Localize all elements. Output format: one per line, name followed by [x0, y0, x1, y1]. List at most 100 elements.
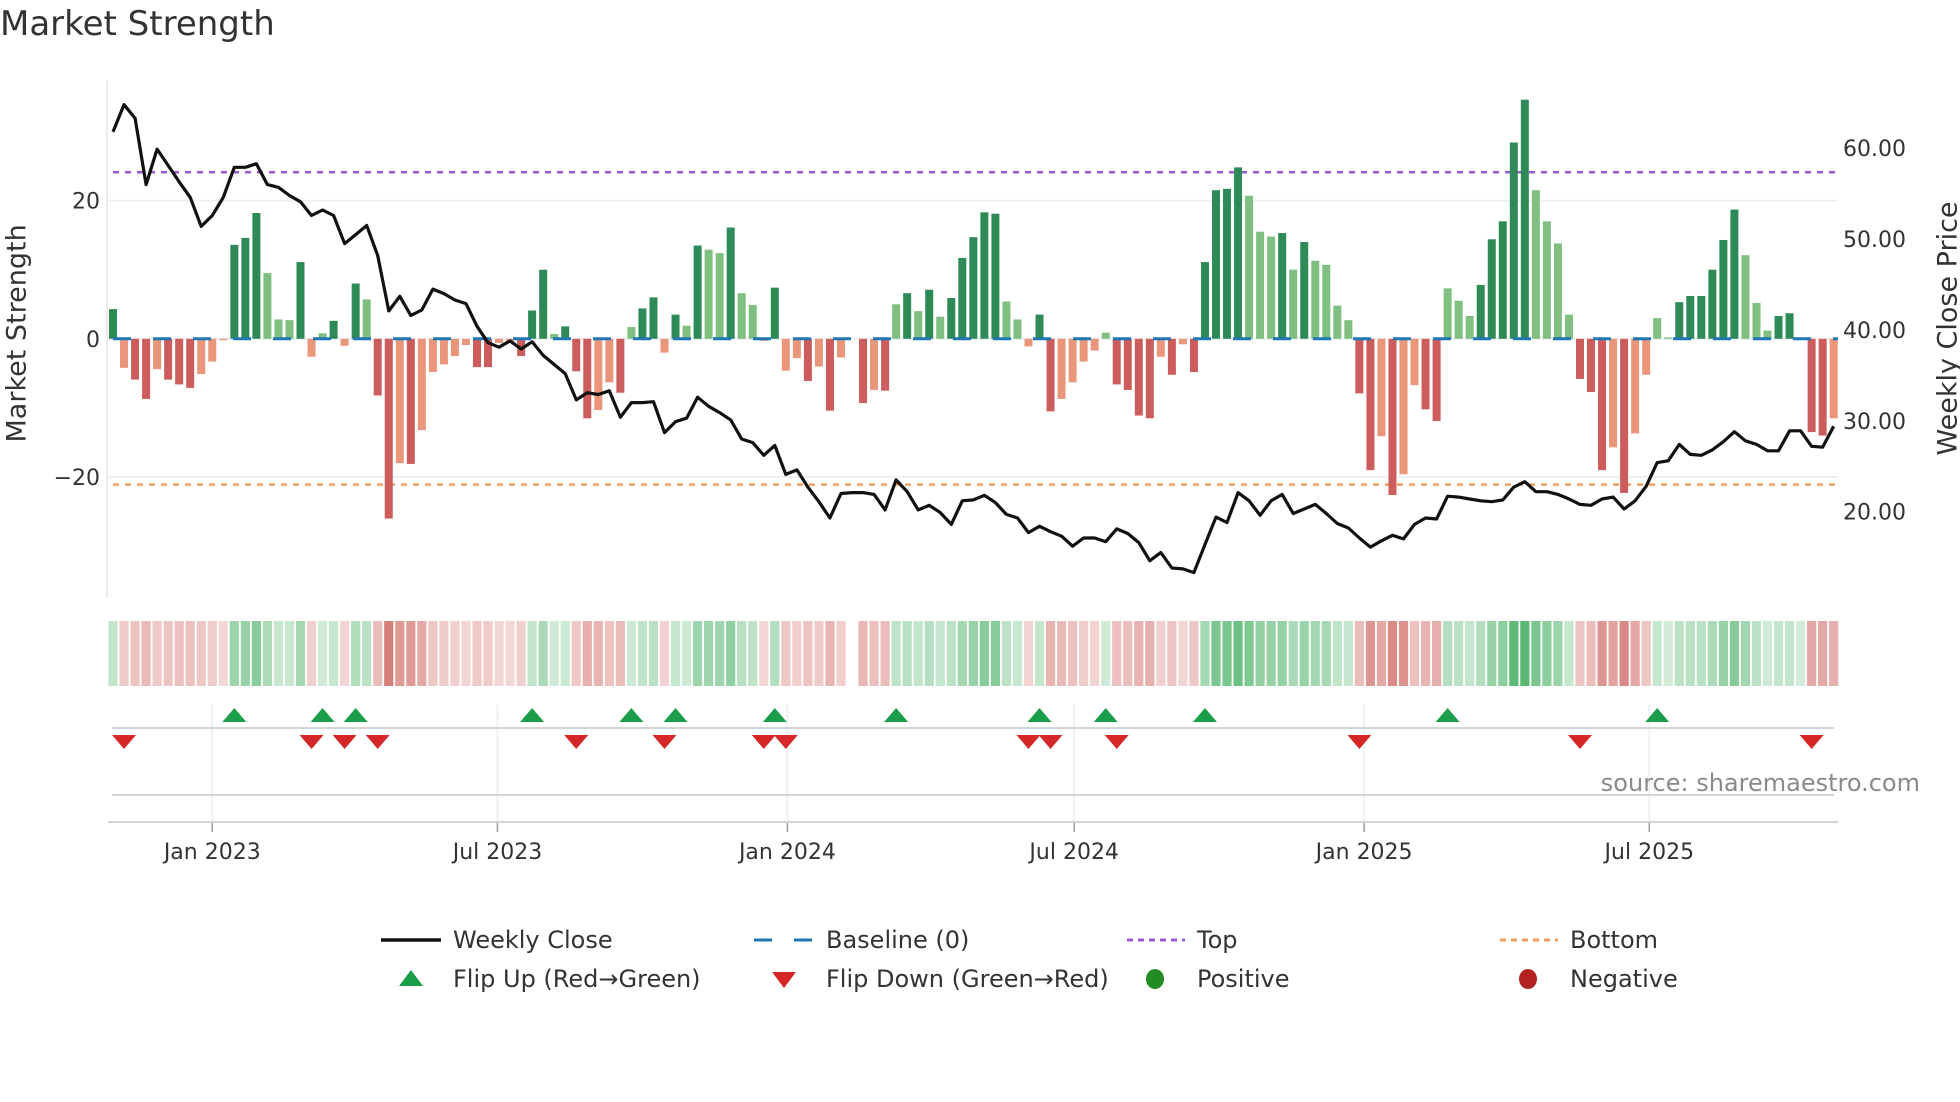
heat-cell — [1696, 621, 1706, 686]
flip-down-marker — [1567, 735, 1592, 749]
strength-bar — [395, 338, 404, 464]
heat-cell — [571, 621, 581, 686]
strength-bar — [572, 338, 581, 372]
flip-up-marker — [1435, 708, 1460, 722]
heat-cell — [1751, 621, 1762, 686]
strength-bar — [1708, 269, 1717, 339]
heat-cell — [152, 621, 162, 686]
heat-cell — [1056, 621, 1067, 686]
strength-bar — [186, 338, 195, 388]
legend-label: Flip Down (Green→Red) — [826, 965, 1109, 993]
strength-bar — [1178, 338, 1187, 345]
heat-cell — [1343, 621, 1353, 686]
strength-bar — [1620, 338, 1629, 493]
heat-cell — [1332, 621, 1342, 686]
heat-cell — [1277, 621, 1287, 686]
heat-cell — [715, 621, 725, 686]
strength-bar — [969, 237, 978, 339]
heat-cell — [1608, 621, 1618, 686]
strength-bar — [1366, 338, 1375, 471]
strength-bar — [1542, 221, 1551, 339]
legend-label: Negative — [1570, 965, 1678, 993]
strength-bar — [406, 338, 415, 464]
strength-bar — [439, 338, 448, 365]
heat-cell — [935, 621, 945, 686]
heat-cell — [340, 621, 350, 686]
strength-bar — [1355, 338, 1364, 394]
strength-bar — [1388, 338, 1397, 496]
heat-cell — [814, 621, 824, 686]
heat-cell — [1619, 621, 1629, 686]
heat-cell — [659, 621, 670, 686]
strength-bar — [605, 338, 614, 383]
strength-bar — [1234, 167, 1243, 339]
strength-bar — [1598, 338, 1607, 471]
strength-bar — [1278, 233, 1287, 339]
flip-down-marker — [112, 735, 137, 749]
strength-bar — [1774, 316, 1783, 339]
strength-bar — [1079, 338, 1088, 362]
heat-cell — [913, 621, 923, 686]
heat-cell — [593, 621, 603, 686]
strength-bar — [539, 269, 548, 339]
flip-up-marker — [343, 708, 368, 722]
flip-down-marker — [299, 735, 324, 749]
strength-bar — [1807, 338, 1816, 433]
heat-cell — [527, 621, 537, 686]
heat-cell — [1101, 621, 1111, 686]
strength-bar — [825, 338, 834, 411]
flip-up-marker — [663, 708, 688, 722]
heat-cell — [1531, 621, 1541, 686]
heat-cell — [108, 621, 118, 686]
heat-cell — [781, 621, 791, 686]
strength-bar — [263, 273, 272, 339]
strength-bar — [1145, 338, 1154, 419]
strength-bar — [1730, 209, 1739, 339]
circle-icon — [1146, 969, 1164, 989]
strength-bar — [373, 338, 382, 396]
strength-bar — [980, 212, 989, 339]
flip-up-marker — [762, 708, 787, 722]
heat-cell — [1134, 621, 1144, 686]
heat-cell — [1001, 621, 1012, 686]
heat-cell — [1443, 621, 1453, 686]
heat-cell — [1575, 621, 1585, 686]
heat-cell — [1685, 621, 1695, 686]
heat-cell — [1795, 621, 1806, 686]
strength-bar — [175, 338, 184, 385]
legend-bottom: Bottom — [1498, 924, 1658, 956]
strength-bar — [1587, 338, 1596, 393]
heat-cell — [1454, 621, 1464, 686]
strength-bar — [495, 338, 504, 343]
strength-bar — [274, 319, 283, 339]
heat-cell — [1773, 621, 1784, 686]
legend-flip-down: Flip Down (Green→Red) — [754, 963, 1109, 995]
heat-cell — [946, 621, 956, 686]
heat-cell — [648, 621, 659, 686]
heat-cell — [461, 621, 471, 686]
strength-bar — [991, 213, 1000, 339]
strength-bar — [859, 338, 868, 404]
heat-cell — [1189, 621, 1199, 686]
x-tick-label: Jan 2023 — [162, 840, 261, 865]
heat-cell — [1740, 621, 1751, 686]
heat-cell — [957, 621, 967, 686]
heat-cell — [891, 621, 901, 686]
heat-cell — [295, 621, 306, 686]
heat-cell — [141, 621, 151, 686]
y2-tick-label: 60.00 — [1843, 137, 1906, 162]
heat-cell — [803, 621, 813, 686]
heat-cell — [1365, 621, 1376, 686]
circle-icon — [1519, 969, 1537, 989]
strength-bar — [461, 338, 470, 346]
strength-bar — [329, 320, 338, 339]
strength-bar — [870, 338, 879, 390]
heat-cell — [858, 621, 868, 686]
strength-bar — [153, 338, 162, 370]
strength-bar — [1101, 332, 1110, 339]
strength-bar — [561, 326, 570, 339]
x-tick-label: Jul 2025 — [1603, 840, 1695, 865]
triangle-up-icon — [399, 970, 423, 986]
strength-bar — [616, 338, 625, 393]
strength-bar — [958, 257, 967, 339]
